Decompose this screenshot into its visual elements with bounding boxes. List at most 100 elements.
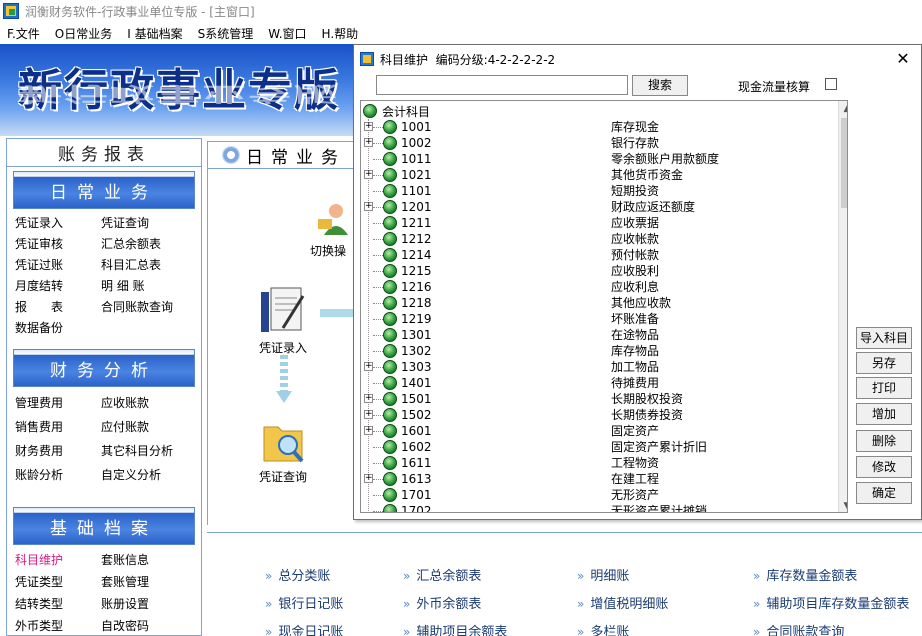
account-row[interactable]: 1302 库存物品	[361, 343, 831, 359]
expand-icon[interactable]: +	[364, 474, 373, 483]
menu-help[interactable]: H.帮助	[322, 25, 359, 42]
account-row[interactable]: +1001 库存现金	[361, 119, 831, 135]
scroll-thumb[interactable]	[841, 118, 847, 208]
account-row[interactable]: 1101 短期投资	[361, 183, 831, 199]
account-row[interactable]: +1201 财政应返还额度	[361, 199, 831, 215]
account-row[interactable]: +1502 长期债券投资	[361, 407, 831, 423]
account-row[interactable]: 1219 坏账准备	[361, 311, 831, 327]
menu-basic-archive[interactable]: I 基础档案	[127, 25, 182, 42]
account-row[interactable]: 1214 预付帐款	[361, 247, 831, 263]
expand-icon[interactable]: +	[364, 202, 373, 211]
menu-file[interactable]: F.文件	[7, 25, 40, 42]
section-basic-archive[interactable]: 基础档案	[13, 507, 195, 545]
expand-icon[interactable]: +	[364, 410, 373, 419]
account-row[interactable]: 1011 零余额账户用款额度	[361, 151, 831, 167]
link-foreign-currency-balance[interactable]: » 外币余额表	[403, 593, 481, 612]
account-row[interactable]: 1701 无形资产	[361, 487, 831, 503]
link-book-management[interactable]: 套账管理	[101, 571, 201, 593]
account-row[interactable]: 1401 待摊费用	[361, 375, 831, 391]
expand-icon[interactable]: +	[364, 170, 373, 179]
link-detail-ledger[interactable]: 明 细 账	[101, 276, 201, 297]
link-vat-detail[interactable]: » 增值税明细账	[577, 593, 668, 612]
link-data-backup[interactable]: 数据备份	[15, 318, 101, 339]
account-row[interactable]: 1215 应收股利	[361, 263, 831, 279]
import-account-button[interactable]: 导入科目	[856, 327, 912, 349]
cashflow-checkbox[interactable]	[825, 78, 837, 90]
link-account-maintenance[interactable]: 科目维护	[15, 549, 101, 571]
account-row[interactable]: 1611 工程物资	[361, 455, 831, 471]
account-row[interactable]: 1602 固定资产累计折旧	[361, 439, 831, 455]
account-row[interactable]: 1218 其他应收款	[361, 295, 831, 311]
edit-button[interactable]: 修改	[856, 456, 912, 478]
link-other-account-analysis[interactable]: 其它科目分析	[101, 439, 201, 463]
section-financial-analysis[interactable]: 财务分析	[13, 349, 195, 387]
account-row[interactable]: +1021 其他货币资金	[361, 167, 831, 183]
link-reports[interactable]: 报 表	[15, 297, 101, 318]
link-contract-query[interactable]: 合同账款查询	[101, 297, 201, 318]
voucher-query-shortcut[interactable]: 凭证查询	[248, 417, 318, 485]
switch-book-shortcut[interactable]: 切换操	[310, 199, 358, 259]
expand-icon[interactable]: +	[364, 122, 373, 131]
voucher-entry-shortcut[interactable]: 凭证录入	[248, 284, 318, 356]
link-aux-inventory[interactable]: » 辅助项目库存数量金额表	[753, 593, 909, 612]
link-book-info[interactable]: 套账信息	[101, 549, 201, 571]
link-cash-journal[interactable]: » 现金日记账	[265, 621, 343, 636]
menu-daily-business[interactable]: O日常业务	[55, 25, 112, 42]
menu-window[interactable]: W.窗口	[268, 25, 306, 42]
link-voucher-query[interactable]: 凭证查询	[101, 213, 201, 234]
add-button[interactable]: 增加	[856, 403, 912, 425]
link-receivables[interactable]: 应收账款	[101, 391, 201, 415]
tree-root[interactable]: 会计科目	[363, 103, 430, 119]
close-icon[interactable]: ✕	[893, 49, 913, 69]
link-sales-expense[interactable]: 销售费用	[15, 415, 101, 439]
link-change-password[interactable]: 自改密码	[101, 615, 201, 636]
vertical-scrollbar[interactable]: ▲ ▼	[838, 101, 847, 512]
save-as-button[interactable]: 另存	[856, 352, 912, 374]
link-aux-balance[interactable]: » 辅助项目余额表	[403, 621, 507, 636]
account-row[interactable]: +1501 长期股权投资	[361, 391, 831, 407]
link-finance-expense[interactable]: 财务费用	[15, 439, 101, 463]
link-monthly-closing[interactable]: 月度结转	[15, 276, 101, 297]
menu-system-management[interactable]: S系统管理	[198, 25, 254, 42]
scroll-up-icon[interactable]: ▲	[839, 101, 847, 117]
account-row[interactable]: 1211 应收票据	[361, 215, 831, 231]
account-row[interactable]: 1216 应收利息	[361, 279, 831, 295]
link-closing-type[interactable]: 结转类型	[15, 593, 101, 615]
confirm-button[interactable]: 确定	[856, 482, 912, 504]
print-button[interactable]: 打印	[856, 377, 912, 399]
search-button[interactable]: 搜索	[632, 75, 688, 96]
link-currency-type[interactable]: 外币类型	[15, 615, 101, 636]
link-voucher-posting[interactable]: 凭证过账	[15, 255, 101, 276]
expand-icon[interactable]: +	[364, 362, 373, 371]
account-row[interactable]: +1002 银行存款	[361, 135, 831, 151]
link-voucher-entry[interactable]: 凭证录入	[15, 213, 101, 234]
link-summary-balance-table[interactable]: » 汇总余额表	[403, 565, 481, 584]
link-multi-column[interactable]: » 多栏账	[577, 621, 629, 636]
link-account-summary[interactable]: 科目汇总表	[101, 255, 201, 276]
link-aging-analysis[interactable]: 账龄分析	[15, 463, 101, 487]
link-inventory-amount[interactable]: » 库存数量金额表	[753, 565, 857, 584]
link-custom-analysis[interactable]: 自定义分析	[101, 463, 201, 487]
link-summary-balance[interactable]: 汇总余额表	[101, 234, 201, 255]
account-row[interactable]: +1613 在建工程	[361, 471, 831, 487]
link-bank-journal[interactable]: » 银行日记账	[265, 593, 343, 612]
account-row[interactable]: 1212 应收帐款	[361, 231, 831, 247]
expand-icon[interactable]: +	[364, 394, 373, 403]
account-row[interactable]: +1303 加工物品	[361, 359, 831, 375]
expand-icon[interactable]: +	[364, 138, 373, 147]
link-general-ledger[interactable]: » 总分类账	[265, 565, 330, 584]
scroll-down-icon[interactable]: ▼	[839, 498, 847, 512]
account-row[interactable]: 1702 无形资产累计摊销	[361, 503, 831, 512]
link-voucher-type[interactable]: 凭证类型	[15, 571, 101, 593]
link-ledger-settings[interactable]: 账册设置	[101, 593, 201, 615]
expand-icon[interactable]: +	[364, 426, 373, 435]
link-detail-account[interactable]: » 明细账	[577, 565, 629, 584]
delete-button[interactable]: 删除	[856, 430, 912, 452]
account-row[interactable]: 1301 在途物品	[361, 327, 831, 343]
link-contract-account-query[interactable]: » 合同账款查询	[753, 621, 844, 636]
link-admin-expense[interactable]: 管理费用	[15, 391, 101, 415]
link-payables[interactable]: 应付账款	[101, 415, 201, 439]
search-input[interactable]	[376, 75, 628, 95]
section-daily-business[interactable]: 日常业务	[13, 171, 195, 209]
account-row[interactable]: +1601 固定资产	[361, 423, 831, 439]
